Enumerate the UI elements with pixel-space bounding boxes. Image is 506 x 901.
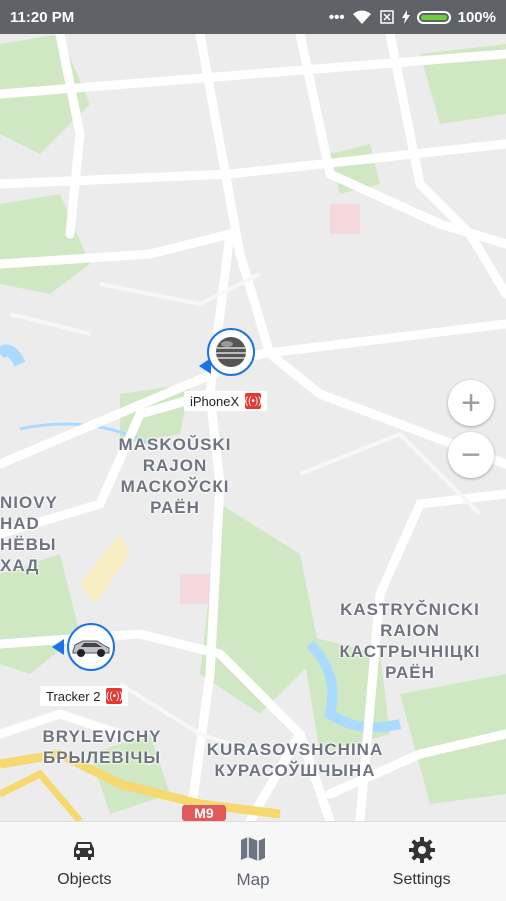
status-time: 11:20 PM	[10, 8, 75, 26]
battery-icon	[416, 10, 451, 24]
object-tag-iphonex[interactable]: iPhoneX ((•))	[184, 391, 268, 411]
area-label-brylevichy: BRYLEVICHY БРЫЛЕВІЧЫ	[42, 727, 162, 767]
tab-map[interactable]: Map	[169, 822, 338, 901]
tab-label: Objects	[57, 870, 112, 888]
battery-level: 100%	[457, 8, 496, 26]
sphere-icon	[216, 337, 246, 367]
car-icon	[74, 841, 95, 860]
zoom-out-button[interactable]: −	[448, 432, 494, 478]
object-name: Tracker 2	[46, 688, 101, 704]
dots-icon: •••	[328, 8, 345, 26]
object-name: iPhoneX	[190, 393, 240, 409]
tab-label: Settings	[392, 870, 451, 888]
object-tag-tracker-2[interactable]: Tracker 2 ((•))	[40, 686, 129, 706]
bottom-tab-bar: Objects Map Settings	[0, 821, 506, 901]
gear-icon	[408, 836, 435, 863]
sim-off-icon	[379, 10, 394, 24]
status-icons: ••• 100%	[329, 9, 496, 26]
minus-icon: −	[461, 436, 481, 474]
map-view[interactable]: MASKOŬSKI RAJON МАСКОЎСКІ РАЁН KASTRYČNI…	[0, 34, 506, 821]
area-label-kurasovshchina: KURASOVSHCHINA КУРАСОЎШЧЫНА	[206, 740, 384, 780]
district-label-maskouski: MASKOŬSKI RAJON МАСКОЎСКІ РАЁН	[118, 435, 232, 517]
road-shield-label: M9	[194, 805, 214, 821]
area-label-niovy: NIOVY HAD НЁВЫ ХАД	[0, 493, 58, 575]
object-marker-tracker-2[interactable]	[67, 623, 115, 671]
zoom-in-button[interactable]: +	[448, 380, 494, 426]
tab-objects[interactable]: Objects	[0, 822, 169, 901]
direction-arrow-icon	[52, 639, 64, 655]
object-marker-iphonex[interactable]	[207, 328, 255, 376]
tab-label: Map	[236, 869, 270, 889]
tab-settings[interactable]: Settings	[337, 822, 506, 901]
signal-icon: ((•))	[245, 393, 262, 409]
signal-icon: ((•))	[106, 688, 123, 704]
district-label-kastrycnicki: KASTRYČNICKI RAION КАСТРЫЧНІЦКІ РАЁН	[339, 600, 481, 682]
wifi-icon	[352, 10, 371, 24]
car-icon	[72, 640, 110, 657]
map-icon	[241, 836, 265, 861]
plus-icon: +	[461, 384, 481, 422]
status-bar: 11:20 PM ••• 100%	[0, 0, 506, 34]
charging-icon	[401, 10, 410, 24]
